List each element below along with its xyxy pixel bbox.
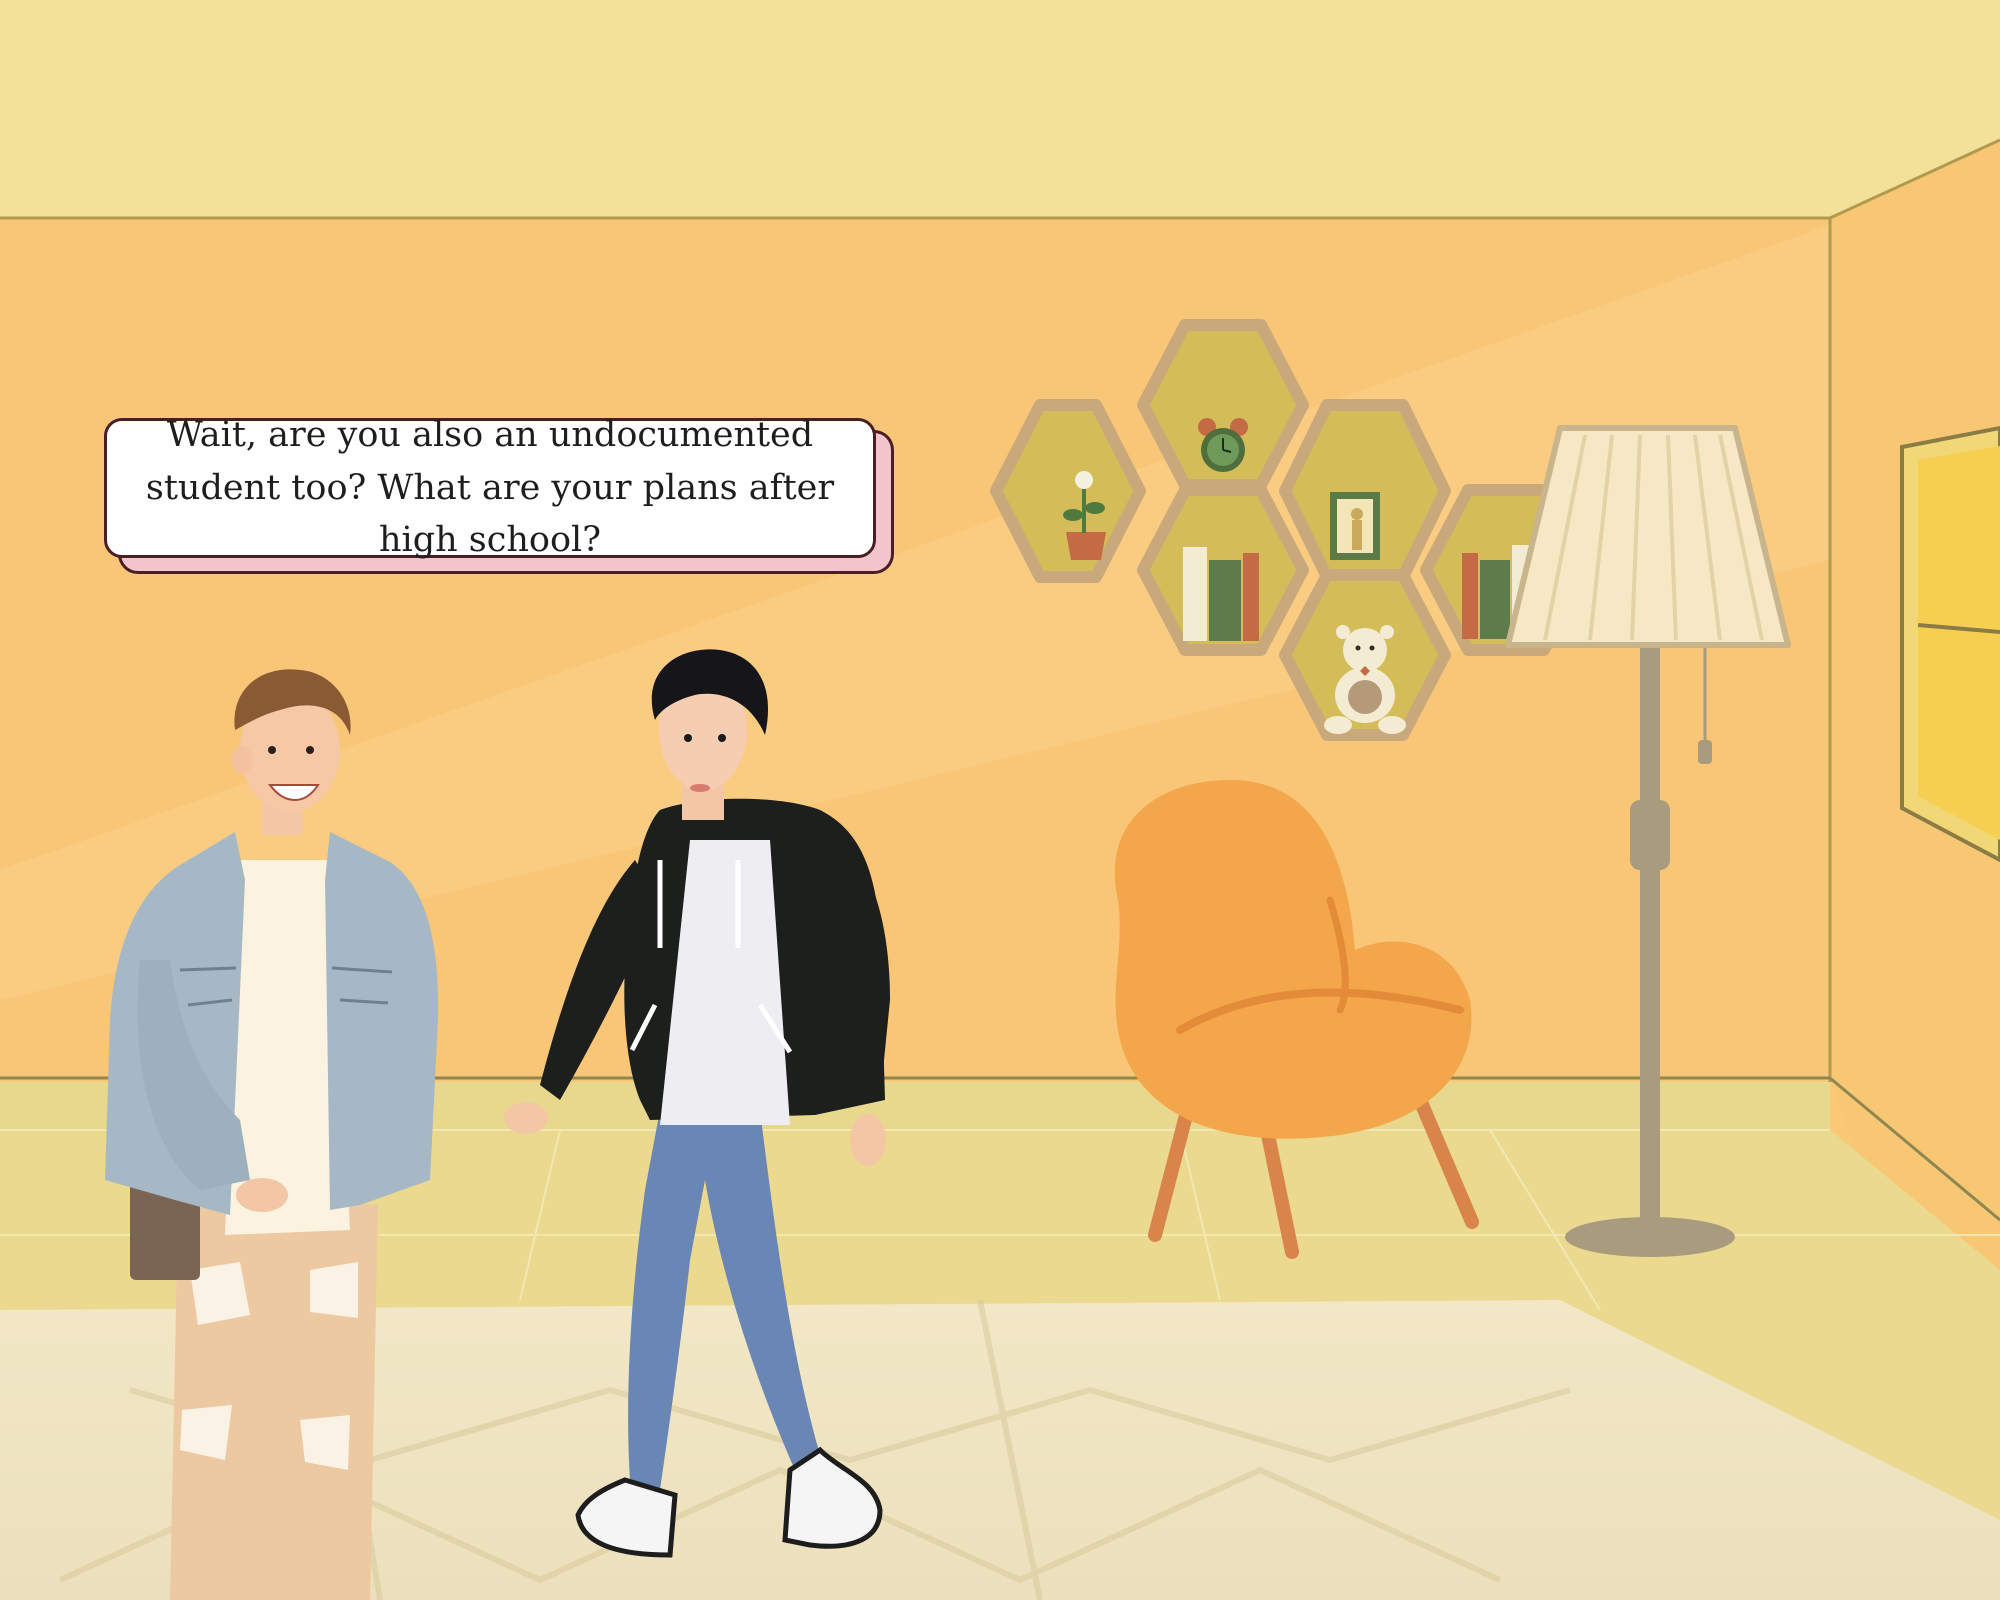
game-scene: Wait, are you also an undocumented stude… — [0, 0, 2000, 1600]
ceiling — [0, 0, 2000, 218]
window — [1900, 425, 2000, 863]
speech-bubble[interactable]: Wait, are you also an undocumented stude… — [104, 415, 876, 560]
room-background — [0, 0, 2000, 1600]
photo-frame — [1330, 492, 1380, 560]
dialogue-text: Wait, are you also an undocumented stude… — [145, 415, 835, 561]
